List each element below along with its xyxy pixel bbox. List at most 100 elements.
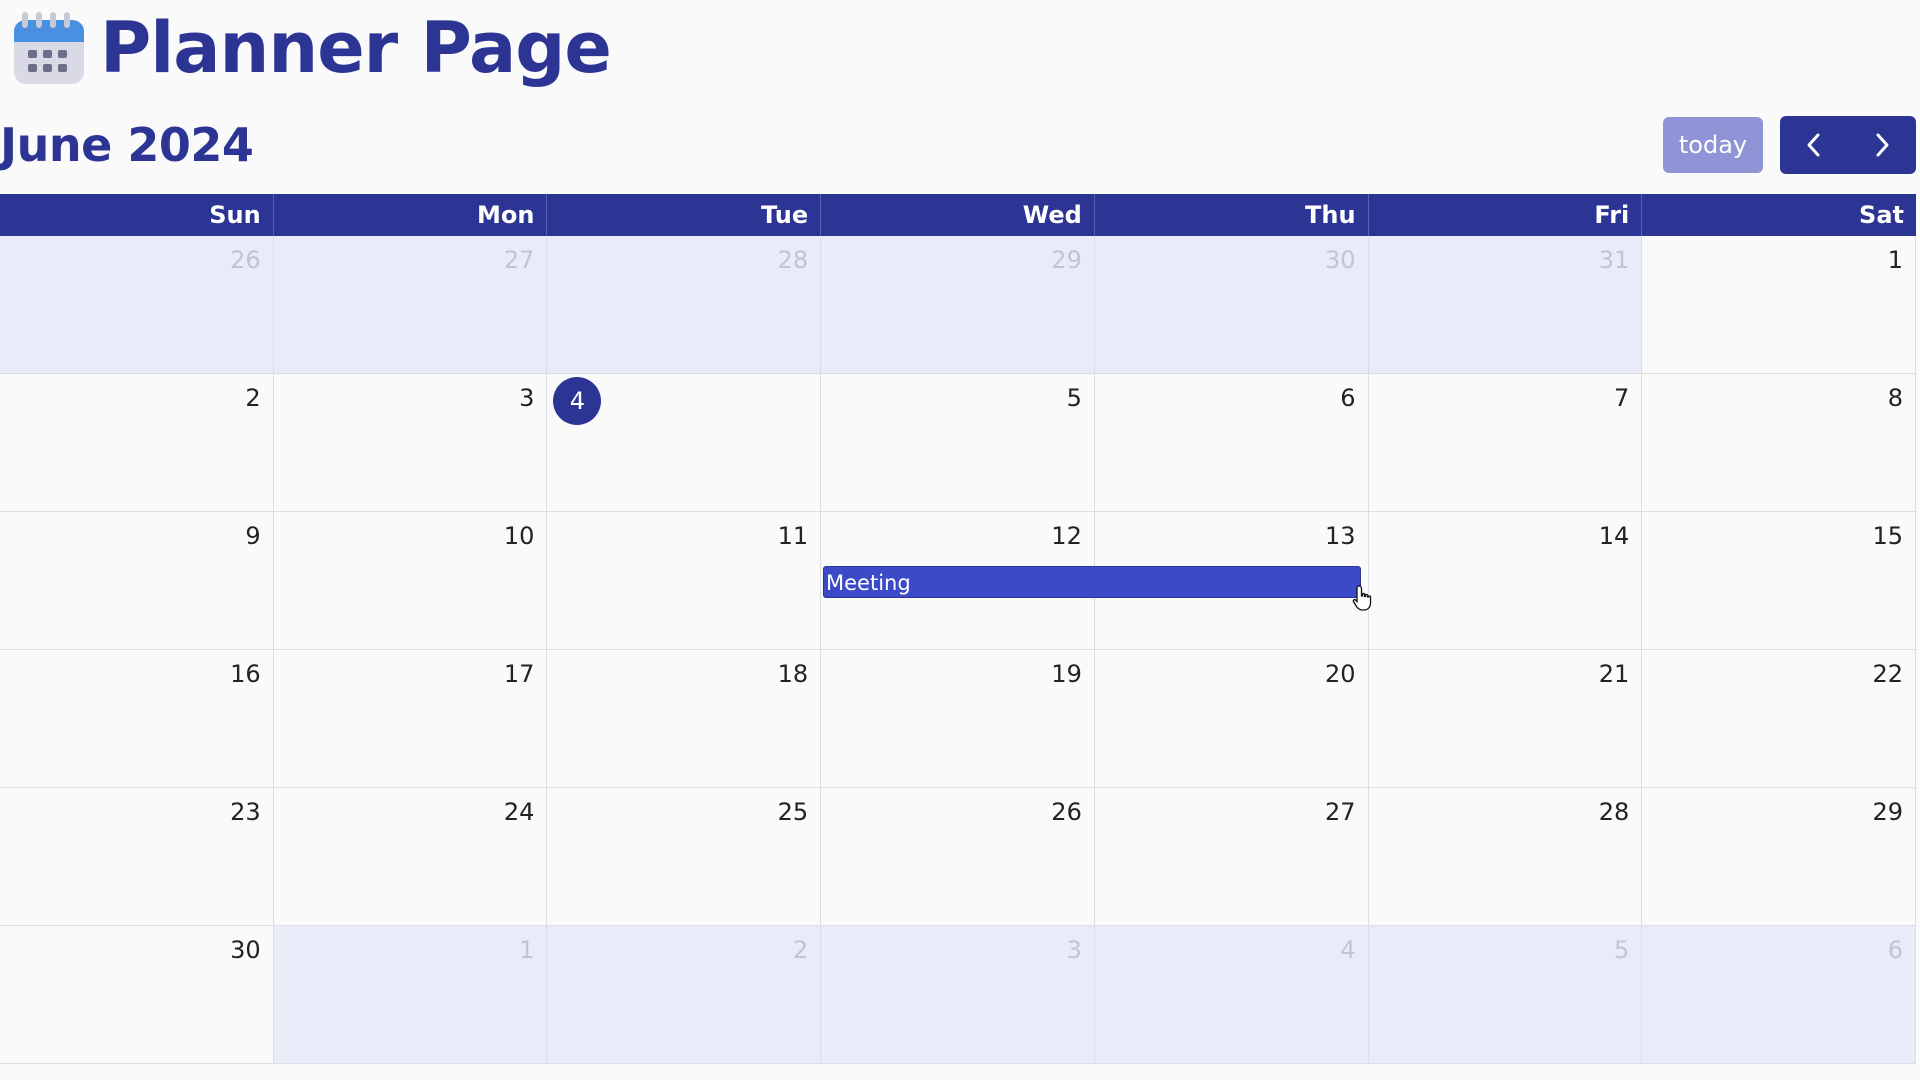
week-row: 26 27 28 29 30 31 1 xyxy=(0,236,1916,374)
day-number[interactable]: 5 xyxy=(1614,936,1629,964)
prev-button[interactable] xyxy=(1780,116,1848,174)
day-cell[interactable]: 29 xyxy=(821,236,1095,373)
today-button[interactable]: today xyxy=(1663,117,1763,173)
day-number[interactable]: 2 xyxy=(245,384,260,412)
day-cell[interactable]: 7 xyxy=(1368,374,1643,511)
day-cell[interactable]: 11 xyxy=(547,512,822,649)
day-number[interactable]: 29 xyxy=(1051,246,1082,274)
day-cell[interactable]: 26 xyxy=(0,236,274,373)
day-cell[interactable]: 26 xyxy=(821,788,1095,925)
day-cell[interactable]: 15 xyxy=(1642,512,1916,649)
day-number[interactable]: 11 xyxy=(778,522,809,550)
day-number[interactable]: 30 xyxy=(1325,246,1356,274)
month-title: June 2024 xyxy=(0,118,254,172)
day-cell[interactable]: 5 xyxy=(821,374,1095,511)
day-number[interactable]: 17 xyxy=(504,660,535,688)
today-marker[interactable]: 4 xyxy=(553,377,602,425)
day-number[interactable]: 10 xyxy=(504,522,535,550)
event-meeting[interactable]: Meeting xyxy=(823,566,1361,598)
day-number[interactable]: 27 xyxy=(1325,798,1356,826)
day-number[interactable]: 23 xyxy=(230,798,261,826)
day-number[interactable]: 15 xyxy=(1872,522,1903,550)
day-cell[interactable]: 28 xyxy=(1368,788,1643,925)
day-cell[interactable]: 27 xyxy=(273,236,548,373)
day-number[interactable]: 3 xyxy=(519,384,534,412)
day-cell[interactable]: 28 xyxy=(547,236,822,373)
day-number[interactable]: 25 xyxy=(778,798,809,826)
day-cell[interactable]: 31 xyxy=(1368,236,1643,373)
day-number[interactable]: 1 xyxy=(519,936,534,964)
day-number[interactable]: 14 xyxy=(1599,522,1630,550)
day-number[interactable]: 27 xyxy=(504,246,535,274)
day-cell[interactable]: 1 xyxy=(273,926,548,1063)
day-cell[interactable]: 6 xyxy=(1642,926,1916,1063)
day-number[interactable]: 29 xyxy=(1872,798,1903,826)
weekday-header: Thu xyxy=(1095,194,1369,236)
day-number[interactable]: 6 xyxy=(1340,384,1355,412)
day-number[interactable]: 13 xyxy=(1325,522,1356,550)
nav-button-group xyxy=(1780,116,1916,174)
day-cell[interactable]: 9 xyxy=(0,512,274,649)
day-number[interactable]: 19 xyxy=(1051,660,1082,688)
day-cell[interactable]: 3 xyxy=(821,926,1095,1063)
chevron-right-icon xyxy=(1876,133,1889,157)
day-cell[interactable]: 29 xyxy=(1642,788,1916,925)
day-cell[interactable]: 2 xyxy=(547,926,822,1063)
day-number[interactable]: 9 xyxy=(245,522,260,550)
day-number[interactable]: 26 xyxy=(230,246,261,274)
day-cell[interactable]: 20 xyxy=(1094,650,1369,787)
day-cell[interactable]: 2 xyxy=(0,374,274,511)
day-number[interactable]: 31 xyxy=(1599,246,1630,274)
weekday-header: Mon xyxy=(274,194,548,236)
page-header: Planner Page xyxy=(12,6,612,90)
day-number[interactable]: 2 xyxy=(793,936,808,964)
day-number[interactable]: 28 xyxy=(778,246,809,274)
day-number[interactable]: 7 xyxy=(1614,384,1629,412)
day-cell[interactable]: 22 xyxy=(1642,650,1916,787)
day-number[interactable]: 5 xyxy=(1067,384,1082,412)
week-row: 23 24 25 26 27 28 29 xyxy=(0,788,1916,926)
weekday-header: Sun xyxy=(0,194,274,236)
day-number[interactable]: 20 xyxy=(1325,660,1356,688)
day-number[interactable]: 3 xyxy=(1067,936,1082,964)
day-cell[interactable]: 14 xyxy=(1368,512,1643,649)
day-number[interactable]: 26 xyxy=(1051,798,1082,826)
day-number[interactable]: 12 xyxy=(1051,522,1082,550)
day-cell[interactable]: 16 xyxy=(0,650,274,787)
calendar-toolbar: June 2024 today xyxy=(0,112,1916,174)
next-button[interactable] xyxy=(1848,116,1916,174)
day-number[interactable]: 18 xyxy=(778,660,809,688)
month-calendar: Sun Mon Tue Wed Thu Fri Sat 26 27 28 29 … xyxy=(0,194,1916,1066)
day-number[interactable]: 16 xyxy=(230,660,261,688)
day-cell[interactable]: 30 xyxy=(1094,236,1369,373)
day-cell[interactable]: 21 xyxy=(1368,650,1643,787)
day-cell[interactable]: 5 xyxy=(1368,926,1643,1063)
week-row: 30 1 2 3 4 5 6 xyxy=(0,926,1916,1064)
page-title: Planner Page xyxy=(100,7,612,89)
day-number[interactable]: 24 xyxy=(504,798,535,826)
day-cell[interactable]: 30 xyxy=(0,926,274,1063)
day-cell-today[interactable]: 4 xyxy=(547,374,822,511)
day-cell[interactable]: 10 xyxy=(273,512,548,649)
day-number[interactable]: 22 xyxy=(1872,660,1903,688)
day-cell[interactable]: 4 xyxy=(1094,926,1369,1063)
day-cell[interactable]: 19 xyxy=(821,650,1095,787)
day-cell[interactable]: 27 xyxy=(1094,788,1369,925)
day-number[interactable]: 8 xyxy=(1888,384,1903,412)
day-number[interactable]: 6 xyxy=(1888,936,1903,964)
day-cell[interactable]: 17 xyxy=(273,650,548,787)
day-cell[interactable]: 25 xyxy=(547,788,822,925)
day-cell[interactable]: 24 xyxy=(273,788,548,925)
day-number[interactable]: 28 xyxy=(1599,798,1630,826)
day-cell[interactable]: 8 xyxy=(1642,374,1916,511)
day-number[interactable]: 4 xyxy=(1340,936,1355,964)
day-number[interactable]: 21 xyxy=(1599,660,1630,688)
day-cell[interactable]: 6 xyxy=(1094,374,1369,511)
day-cell[interactable]: 3 xyxy=(273,374,548,511)
day-number[interactable]: 1 xyxy=(1888,246,1903,274)
day-cell[interactable]: 23 xyxy=(0,788,274,925)
day-number[interactable]: 30 xyxy=(230,936,261,964)
week-row: 16 17 18 19 20 21 22 xyxy=(0,650,1916,788)
day-cell[interactable]: 18 xyxy=(547,650,822,787)
day-cell[interactable]: 1 xyxy=(1642,236,1916,373)
